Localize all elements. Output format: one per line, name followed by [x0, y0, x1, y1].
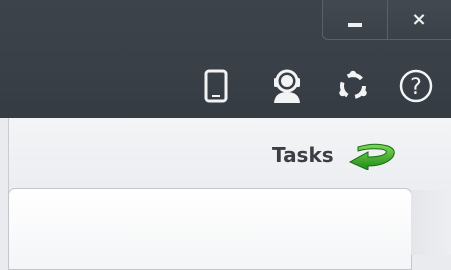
- tasks-label: Tasks: [272, 143, 334, 167]
- main-panel: [8, 188, 412, 270]
- minimize-button[interactable]: [323, 0, 388, 39]
- panel-side-area: [411, 190, 451, 255]
- window-controls: ×: [322, 0, 451, 40]
- mobile-device-icon: [204, 69, 228, 103]
- svg-text:?: ?: [410, 75, 422, 100]
- green-arrow-icon: [348, 143, 395, 170]
- support-button[interactable]: [267, 66, 307, 106]
- help-button[interactable]: ?: [396, 66, 436, 106]
- support-agent-icon: [274, 69, 300, 103]
- minimize-icon: [348, 22, 362, 27]
- tasks-button[interactable]: Tasks: [272, 140, 400, 170]
- sync-icon: [339, 70, 367, 99]
- help-icon: ?: [399, 69, 433, 103]
- title-bar: × ?: [0, 0, 451, 118]
- close-button[interactable]: ×: [387, 0, 451, 39]
- sync-button[interactable]: [333, 66, 373, 106]
- close-icon: ×: [411, 9, 427, 30]
- mobile-device-button[interactable]: [196, 66, 236, 106]
